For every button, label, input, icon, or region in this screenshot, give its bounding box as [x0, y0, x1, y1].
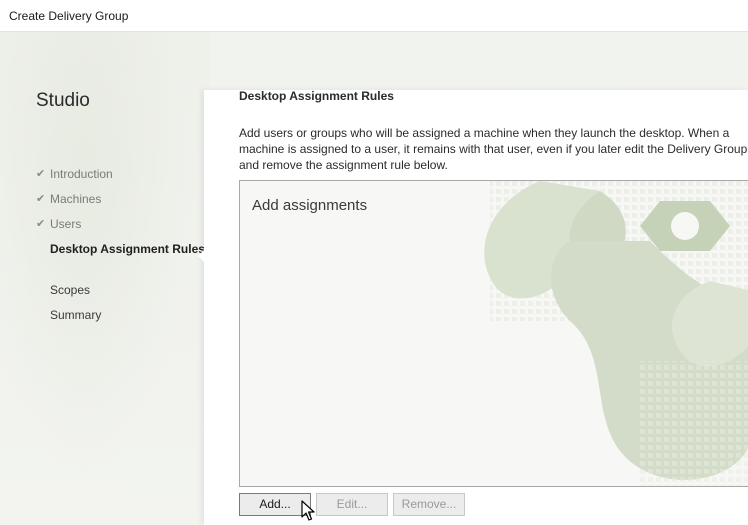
check-icon: ✔: [36, 218, 46, 230]
check-icon: ✔: [36, 193, 46, 205]
step-summary: Summary: [36, 307, 206, 332]
mouse-pointer-icon: [301, 500, 315, 521]
step-desktop-assignment-rules[interactable]: Desktop Assignment Rules: [36, 241, 206, 282]
section-title: Desktop Assignment Rules: [239, 89, 394, 103]
step-machines[interactable]: ✔ Machines: [36, 191, 206, 216]
title-bar: Create Delivery Group: [0, 0, 748, 32]
assignments-list[interactable]: Add assignments: [239, 180, 748, 487]
edit-button[interactable]: Edit...: [316, 493, 388, 516]
step-label: Users: [50, 217, 82, 231]
add-assignments-label: Add assignments: [252, 197, 368, 214]
create-delivery-group-window: Create Delivery Group Studio ✔ Introduct…: [0, 0, 748, 525]
window-title: Create Delivery Group: [9, 9, 129, 23]
step-label: Scopes: [50, 283, 91, 297]
active-step-pointer: [198, 249, 205, 263]
remove-button[interactable]: Remove...: [393, 493, 465, 516]
step-label: Machines: [50, 192, 102, 206]
step-label: Summary: [50, 308, 102, 322]
studio-title: Studio: [36, 90, 90, 111]
step-users[interactable]: ✔ Users: [36, 216, 206, 241]
check-icon: ✔: [36, 168, 46, 180]
section-description: Add users or groups who will be assigned…: [239, 126, 748, 172]
step-label: Desktop Assignment Rules: [50, 242, 205, 256]
citrix-watermark: [484, 181, 748, 486]
step-label: Introduction: [50, 167, 113, 181]
step-introduction[interactable]: ✔ Introduction: [36, 166, 206, 191]
step-scopes: Scopes: [36, 282, 206, 307]
wizard-steps-nav: ✔ Introduction ✔ Machines ✔ Users Deskto…: [36, 166, 206, 332]
